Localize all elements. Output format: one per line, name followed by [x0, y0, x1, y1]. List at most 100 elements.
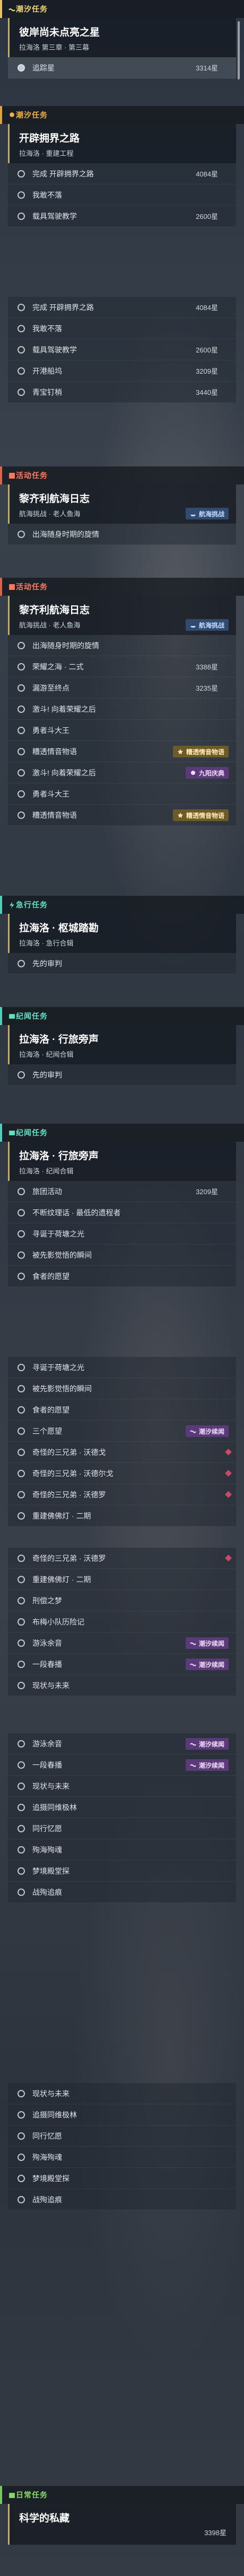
quest-step-row[interactable]: 同行忆愿 — [8, 2125, 236, 2147]
step-circle-icon — [18, 1846, 25, 1854]
quest-step-row[interactable]: 我敢不落 — [8, 318, 236, 339]
section-header[interactable]: 潮汐任务 — [0, 0, 244, 18]
quest-step-row[interactable]: 激斗! 向着荣耀之后 — [8, 699, 236, 720]
step-label: 出海随身时期的旋情 — [32, 641, 99, 650]
quest-step-row[interactable]: 载具驾驶教学 2600星 — [8, 206, 236, 227]
step-circle-icon — [18, 324, 25, 332]
quest-card[interactable]: 开辟拥界之路 拉海洛 · 重建工程 — [8, 124, 236, 163]
quest-card[interactable]: 拉海洛 · 枢城踏勘 拉海洛 · 急行合辑 — [8, 914, 236, 953]
quest-step-row[interactable]: 勇者斗大王 — [8, 783, 236, 805]
quest-step-row[interactable]: 完成 开辟拥界之路 4084星 — [8, 297, 236, 318]
step-label: 被先影觉悟的瞬间 — [32, 1250, 92, 1259]
quest-step-row[interactable]: 奇怪的三兄弟 · 沃德罗 — [8, 1484, 236, 1505]
quest-step-row[interactable]: 现状与未来 — [8, 1675, 236, 1696]
quest-step-row[interactable]: 青宝钉梢 3440星 — [8, 382, 236, 403]
quest-step-row[interactable]: 梦境殿堂探 — [8, 1860, 236, 1882]
quest-step-row[interactable]: 糟透情音物语 糟透情音物语 — [8, 741, 236, 762]
quest-step-row[interactable]: 殉海殉魂 — [8, 1839, 236, 1860]
section-kaiyan: 潮汐任务 开辟拥界之路 拉海洛 · 重建工程 完成 开辟拥界之路 4084星 我敢… — [0, 106, 244, 227]
quest-step-row[interactable]: 食者的愿望 — [8, 1399, 236, 1421]
quest-step-row[interactable]: 糟透情音物语 糟透情音物语 — [8, 805, 236, 826]
quest-step-row[interactable]: 被先影觉悟的瞬间 — [8, 1378, 236, 1399]
step-circle-icon — [18, 1761, 25, 1769]
quest-card[interactable]: 拉海洛 · 行旅旁声 拉海洛 · 纪闻合辑 — [8, 1025, 236, 1064]
quest-card[interactable]: 科学的私藏 3398星 — [8, 2504, 236, 2545]
quest-card[interactable]: 彼岸尚未点亮之星 拉海洛 第三章 · 第三幕 — [8, 18, 236, 57]
quest-step-row[interactable]: 奇怪的三兄弟 · 沃德尔戈 — [8, 1463, 236, 1484]
quest-step-row[interactable]: 战殉追痕 — [8, 1882, 236, 1903]
quest-step-row[interactable]: 出海随身时期的旋情 — [8, 524, 236, 545]
quest-step-row[interactable]: 食者的愿望 — [8, 1266, 236, 1287]
quest-step-row[interactable]: 漏游至终点 3235星 — [8, 677, 236, 699]
section-header[interactable]: 潮汐任务 — [0, 106, 244, 124]
step-reward: 3235星 — [196, 684, 218, 692]
quest-step-row[interactable]: 先的审判 — [8, 953, 236, 974]
step-circle-icon — [18, 1596, 25, 1604]
priority-diamond-icon — [225, 1555, 232, 1562]
quest-step-row[interactable]: 勇者斗大王 — [8, 720, 236, 741]
quest-step-row[interactable]: 开港船坞 3209星 — [8, 360, 236, 382]
quest-step-row[interactable]: 奇怪的三兄弟 · 沃德戈 — [8, 1442, 236, 1463]
quest-step-row[interactable]: 追摄同维极林 — [8, 1797, 236, 1818]
step-reward: 4084星 — [196, 304, 218, 312]
quest-step-row[interactable]: 殉海殉魂 — [8, 2147, 236, 2168]
step-label: 追摄同维极林 — [32, 2110, 77, 2119]
quest-step-row[interactable]: 战殉追痕 — [8, 2189, 236, 2210]
quest-step-row[interactable]: 重建佛佛灯 · 二期 — [8, 1569, 236, 1590]
section-event-2: 活动任务 黎齐利航海日志 航海挑战 · 老人鱼海 航海挑战 出海随身时期的旋情 … — [0, 578, 244, 826]
step-circle-icon — [18, 1575, 25, 1583]
priority-diamond-icon — [225, 1491, 232, 1498]
calendar-icon — [9, 2493, 15, 2498]
step-circle-icon — [18, 1272, 25, 1280]
quest-step-row[interactable]: 重建佛佛灯 · 二期 — [8, 1505, 236, 1527]
quest-step-row[interactable]: 激斗! 向着荣耀之后 九阳庆典 — [8, 762, 236, 783]
quest-step-row[interactable]: 荣耀之海 · 二式 3388星 — [8, 656, 236, 677]
step-circle-icon — [18, 1490, 25, 1498]
quest-step-row[interactable]: 现状与未来 — [8, 2083, 236, 2104]
quest-step-row[interactable]: 旅团活动 3209星 — [8, 1181, 236, 1202]
quest-step-row[interactable]: 梦境殿堂探 — [8, 2168, 236, 2189]
section-header[interactable]: 纪闻任务 — [0, 1124, 244, 1142]
section-header[interactable]: 日常任务 — [0, 2486, 244, 2504]
quest-step-row[interactable]: 现状与未来 — [8, 1776, 236, 1797]
quest-step-row[interactable]: 寻诞于荷塘之光 — [8, 1223, 236, 1245]
quest-step-row[interactable]: 我敢不落 — [8, 184, 236, 206]
step-circle-icon — [18, 811, 25, 819]
scroll-indicator[interactable] — [238, 21, 240, 80]
step-label: 我敢不落 — [32, 190, 62, 199]
tide-continuation-tag: 潮汐续闻 — [185, 1637, 229, 1649]
section-header[interactable]: 活动任务 — [0, 578, 244, 596]
step-circle-icon — [18, 705, 25, 713]
quest-card[interactable]: 黎齐利航海日志 航海挑战 · 老人鱼海 航海挑战 — [8, 484, 236, 524]
section-header[interactable]: 活动任务 — [0, 466, 244, 484]
step-label: 完成 开辟拥界之路 — [32, 303, 94, 312]
step-label: 不断纹理话 · 最低的遗程者 — [32, 1208, 121, 1217]
quest-step-row[interactable]: 追踪星 3314星 — [8, 57, 236, 78]
quest-step-row[interactable]: 出海随身时期的旋情 — [8, 635, 236, 656]
quest-step-row[interactable]: 先的审判 — [8, 1064, 236, 1086]
quest-step-row[interactable]: 三个愿望 潮汐续闻 — [8, 1421, 236, 1442]
quest-step-row[interactable]: 完成 开辟拥界之路 4084星 — [8, 163, 236, 184]
quest-step-row[interactable]: 被先影觉悟的瞬间 — [8, 1245, 236, 1266]
quest-title: 黎齐利航海日志 — [19, 493, 90, 505]
quest-step-row[interactable]: 寻诞于荷塘之光 — [8, 1357, 236, 1378]
ship-icon — [190, 626, 196, 628]
step-circle-icon — [18, 1187, 25, 1195]
quest-step-row[interactable]: 布梅小队历险记 — [8, 1611, 236, 1633]
quest-step-row[interactable]: 载具驾驶教学 2600星 — [8, 339, 236, 360]
quest-step-row[interactable]: 追摄同维极林 — [8, 2104, 236, 2125]
quest-card[interactable]: 拉海洛 · 行旅旁声 拉海洛 · 纪闻合辑 — [8, 1142, 236, 1181]
step-reward: 2600星 — [196, 213, 218, 220]
quest-step-row[interactable]: 奇怪的三兄弟 · 沃德罗 — [8, 1548, 236, 1569]
quest-card[interactable]: 黎齐利航海日志 航海挑战 · 老人鱼海 航海挑战 — [8, 596, 236, 635]
quest-step-row[interactable]: 游泳余音 潮汐续闻 — [8, 1633, 236, 1654]
quest-step-row[interactable]: 刑偿之梦 — [8, 1590, 236, 1611]
section-header[interactable]: 纪闻任务 — [0, 1007, 244, 1025]
sun-icon — [190, 771, 195, 775]
quest-step-row[interactable]: 一段春播 潮汐续闻 — [8, 1654, 236, 1675]
quest-step-row[interactable]: 不断纹理话 · 最低的遗程者 — [8, 1202, 236, 1223]
section-header[interactable]: 急行任务 — [0, 896, 244, 914]
quest-step-row[interactable]: 一段春播 潮汐续闻 — [8, 1754, 236, 1776]
quest-step-row[interactable]: 游泳余音 潮汐续闻 — [8, 1733, 236, 1754]
quest-step-row[interactable]: 同行忆愿 — [8, 1818, 236, 1839]
